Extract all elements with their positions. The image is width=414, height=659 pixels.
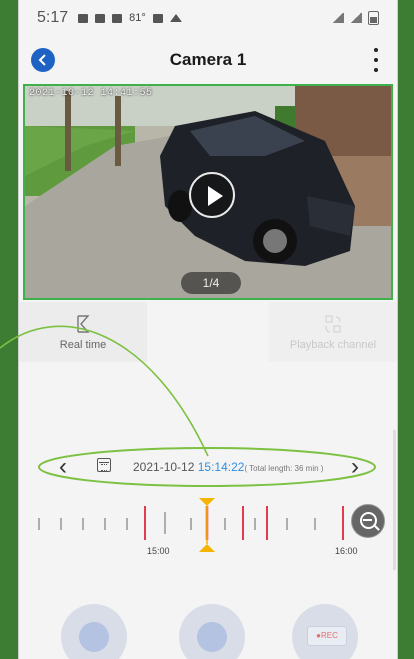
page-title: Camera 1	[169, 50, 247, 69]
previous-day-button[interactable]: ‹	[53, 454, 73, 480]
timeline-label-16: 16:00	[335, 546, 358, 556]
date-value: 2021-10-12	[133, 460, 198, 474]
status-time: 5:17	[37, 9, 69, 26]
page-indicator: 1/4	[181, 272, 241, 294]
real-time-icon	[77, 315, 90, 333]
mute-button[interactable]	[179, 604, 245, 659]
wifi-icon	[332, 13, 344, 23]
temperature-text: 81°	[129, 12, 146, 24]
real-time-label: Real time	[59, 339, 107, 351]
status-bar: 5:17 81°	[19, 0, 397, 36]
dot-icon	[374, 48, 378, 52]
app-header: Camera 1	[19, 38, 397, 82]
app-icon	[152, 13, 163, 23]
gallery-icon	[112, 13, 123, 23]
dropbox-icon	[95, 13, 106, 23]
timeline-cursor[interactable]	[199, 498, 215, 552]
more-options-button[interactable]	[373, 48, 379, 72]
timeline-ticks	[38, 512, 358, 534]
status-icons: 81°	[78, 12, 182, 24]
scroll-indicator	[393, 430, 396, 570]
status-right	[332, 11, 379, 25]
camera-icon	[79, 622, 109, 652]
chevron-left-icon	[38, 54, 46, 66]
time-value: 15:14:22	[197, 460, 245, 474]
playback-timeline[interactable]: 15:00 16:00	[19, 490, 397, 570]
play-button[interactable]	[189, 172, 235, 218]
mode-row: Real time Playback channel	[19, 302, 397, 362]
date-navigation-bar: ‹ 2021-10-12 15:14:22( Total length: 36 …	[19, 452, 397, 482]
notification-icon	[78, 13, 89, 23]
zoom-out-icon	[374, 525, 380, 531]
next-day-button[interactable]: ›	[345, 454, 365, 480]
recording-markers	[144, 506, 344, 540]
cloud-icon	[169, 14, 182, 22]
snapshot-button[interactable]	[61, 604, 127, 659]
real-time-button[interactable]: Real time	[19, 302, 147, 362]
playback-channel-icon	[325, 315, 341, 333]
timeline-label-15: 15:00	[147, 546, 170, 556]
battery-icon	[368, 11, 379, 25]
date-display: 2021-10-12 15:14:22( Total length: 36 mi…	[133, 460, 323, 474]
phone-screen: 5:17 81° Camera 1 2021-10-12 14:41:55 1/…	[18, 0, 398, 659]
signal-icon	[350, 13, 362, 23]
record-button[interactable]: ●REC	[292, 604, 358, 659]
dot-icon	[374, 58, 378, 62]
dot-icon	[374, 68, 378, 72]
calendar-icon[interactable]	[97, 458, 111, 472]
rec-icon: ●REC	[307, 626, 347, 646]
video-player[interactable]: 2021-10-12 14:41:55 1/4	[23, 84, 393, 300]
zoom-out-button[interactable]	[351, 504, 385, 538]
video-timestamp: 2021-10-12 14:41:55	[29, 88, 153, 99]
playback-channel-button[interactable]: Playback channel	[269, 302, 397, 362]
total-length: ( Total length: 36 min )	[244, 464, 324, 473]
mute-icon	[197, 622, 227, 652]
playback-channel-label: Playback channel	[289, 339, 377, 351]
back-button[interactable]	[31, 48, 55, 72]
